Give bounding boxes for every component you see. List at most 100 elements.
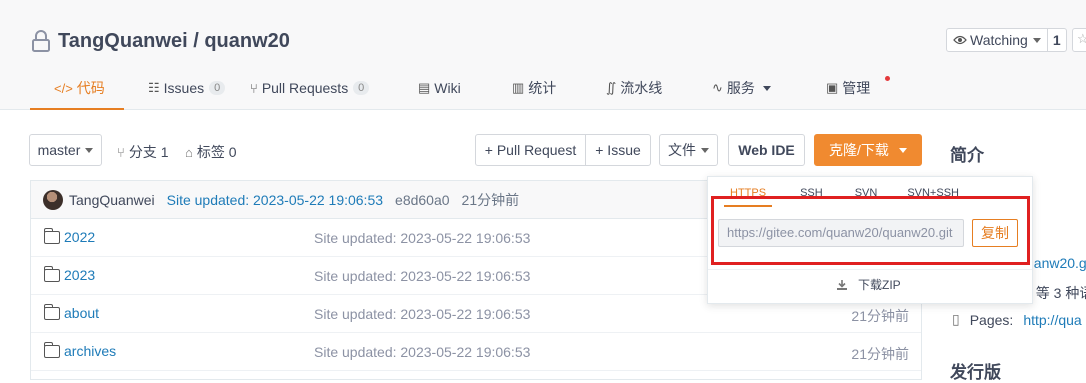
folder-icon: [43, 227, 60, 244]
new-issue-button[interactable]: + Issue: [585, 134, 651, 166]
manage-icon: ▣: [826, 80, 839, 95]
wiki-icon: ▤: [418, 80, 431, 95]
bookmark-icon: ▯: [952, 311, 960, 327]
branches-link[interactable]: ⑂ 分支 1: [117, 142, 169, 162]
branch-icon: ⑂: [117, 144, 125, 160]
sidebar-release-title: 发行版: [950, 363, 1001, 382]
tab-services[interactable]: ∿ 服务: [712, 66, 826, 110]
folder-icon: [43, 341, 60, 358]
tab-wiki[interactable]: ▤ Wiki: [418, 66, 512, 110]
pull-request-icon: ⑂: [250, 80, 258, 96]
chart-icon: ▥: [512, 80, 525, 95]
tab-issues[interactable]: ☷ Issues 0: [124, 66, 250, 110]
file-link[interactable]: archives: [43, 341, 117, 359]
highlight-box: [711, 196, 1030, 265]
commit-author[interactable]: TangQuanwei: [69, 192, 155, 208]
star-icon: ☆: [1077, 31, 1086, 46]
download-zip-link[interactable]: 下载ZIP: [836, 276, 901, 293]
file-name: about: [64, 305, 100, 321]
lock-icon: [32, 30, 50, 52]
tab-pull-requests-label: Pull Requests: [261, 80, 349, 96]
file-link[interactable]: 2023: [43, 265, 96, 283]
download-icon: [837, 279, 847, 290]
file-menu-button[interactable]: 文件: [659, 134, 718, 166]
clone-download-label: 克隆/下载: [829, 142, 889, 158]
watch-button[interactable]: Watching 1: [946, 28, 1067, 52]
tab-stats-label: 统计: [528, 80, 557, 96]
new-pull-request-button[interactable]: + Pull Request: [475, 134, 586, 166]
tab-code-label: 代码: [76, 80, 105, 96]
pages-link[interactable]: http://qua: [1023, 312, 1081, 328]
web-ide-button[interactable]: Web IDE: [728, 134, 805, 166]
file-commit-message[interactable]: Site updated: 2023-05-22 19:06:53: [314, 306, 530, 322]
tab-manage[interactable]: ▣ 管理: [826, 66, 906, 110]
chevron-down-icon: [1032, 37, 1041, 43]
commit-message[interactable]: Site updated: 2023-05-22 19:06:53: [167, 192, 383, 208]
repo-owner-link[interactable]: TangQuanwei: [58, 30, 188, 53]
eye-icon: [953, 35, 967, 45]
sidebar-pages: ▯ Pages: http://qua: [952, 311, 1082, 328]
file-name: 2023: [64, 267, 96, 283]
pipeline-icon: ∬: [606, 80, 617, 95]
issues-icon: ☷: [148, 80, 160, 95]
branch-select[interactable]: master: [29, 134, 102, 166]
file-menu-label: 文件: [668, 142, 696, 158]
sidebar-languages: t 等 3 种语: [1028, 285, 1086, 301]
tab-pipeline[interactable]: ∬ 流水线: [606, 66, 712, 110]
file-name: 2022: [64, 229, 96, 245]
download-zip-label: 下载ZIP: [858, 278, 901, 292]
folder-icon: [43, 265, 60, 282]
chevron-down-icon: [85, 147, 94, 153]
chevron-down-icon: [898, 147, 907, 153]
tab-wiki-label: Wiki: [434, 80, 461, 96]
file-link[interactable]: about: [43, 303, 100, 321]
watch-count[interactable]: 1: [1046, 29, 1066, 51]
branches-label: 分支 1: [128, 144, 169, 160]
chevron-down-icon: [701, 147, 709, 153]
sidebar-intro-title: 简介: [950, 146, 984, 165]
tags-label: 标签 0: [196, 144, 237, 160]
file-commit-message[interactable]: Site updated: 2023-05-22 19:06:53: [314, 344, 530, 360]
repo-nav-tabs: </> 代码 ☷ Issues 0 ⑂ Pull Requests 0 ▤ Wi…: [30, 66, 906, 110]
tab-manage-label: 管理: [842, 80, 871, 96]
tab-services-label: 服务: [726, 80, 755, 96]
tag-icon: ⌂: [185, 144, 193, 160]
notification-dot: [885, 76, 890, 81]
file-link[interactable]: 2022: [43, 227, 96, 245]
watch-label: Watching: [970, 32, 1028, 48]
divider: [708, 269, 1032, 270]
repo-header: TangQuanwei / quanw20 Watching 1 ☆ </> 代…: [0, 0, 1086, 110]
file-commit-message[interactable]: Site updated: 2023-05-22 19:06:53: [314, 268, 530, 284]
branch-select-label: master: [37, 142, 81, 158]
code-icon: </>: [54, 80, 73, 96]
tab-pull-requests[interactable]: ⑂ Pull Requests 0: [250, 66, 418, 110]
file-commit-time: 21分钟前: [851, 308, 909, 324]
file-commit-time: 21分钟前: [851, 346, 909, 362]
repo-title: TangQuanwei / quanw20: [30, 28, 290, 54]
tab-pipeline-label: 流水线: [620, 80, 663, 96]
sidebar-repo-url[interactable]: uanw20.g: [1026, 255, 1086, 271]
tags-link[interactable]: ⌂ 标签 0: [185, 142, 237, 162]
chevron-down-icon: [762, 85, 771, 91]
pull-requests-count-badge: 0: [353, 81, 370, 95]
pages-label: Pages:: [969, 311, 1014, 328]
new-pull-request-label: + Pull Request: [484, 142, 577, 158]
tab-stats[interactable]: ▥ 统计: [512, 66, 606, 110]
tab-issues-label: Issues: [163, 80, 205, 96]
file-name: archives: [64, 343, 117, 359]
services-icon: ∿: [712, 80, 723, 95]
commit-time: 21分钟前: [461, 191, 520, 208]
commit-hash[interactable]: e8d60a0: [395, 192, 450, 208]
folder-icon: [43, 303, 60, 320]
new-issue-label: + Issue: [595, 142, 641, 158]
repo-separator: /: [187, 29, 205, 52]
issues-count-badge: 0: [209, 81, 226, 95]
clone-download-button[interactable]: 克隆/下载: [814, 134, 922, 166]
avatar[interactable]: [43, 189, 63, 210]
repo-name-link[interactable]: quanw20: [204, 30, 290, 53]
file-commit-message[interactable]: Site updated: 2023-05-22 19:06:53: [314, 230, 530, 246]
star-button[interactable]: ☆: [1072, 28, 1086, 52]
table-row: archives Site updated: 2023-05-22 19:06:…: [31, 333, 921, 371]
web-ide-label: Web IDE: [738, 142, 795, 158]
tab-code[interactable]: </> 代码: [30, 66, 124, 110]
